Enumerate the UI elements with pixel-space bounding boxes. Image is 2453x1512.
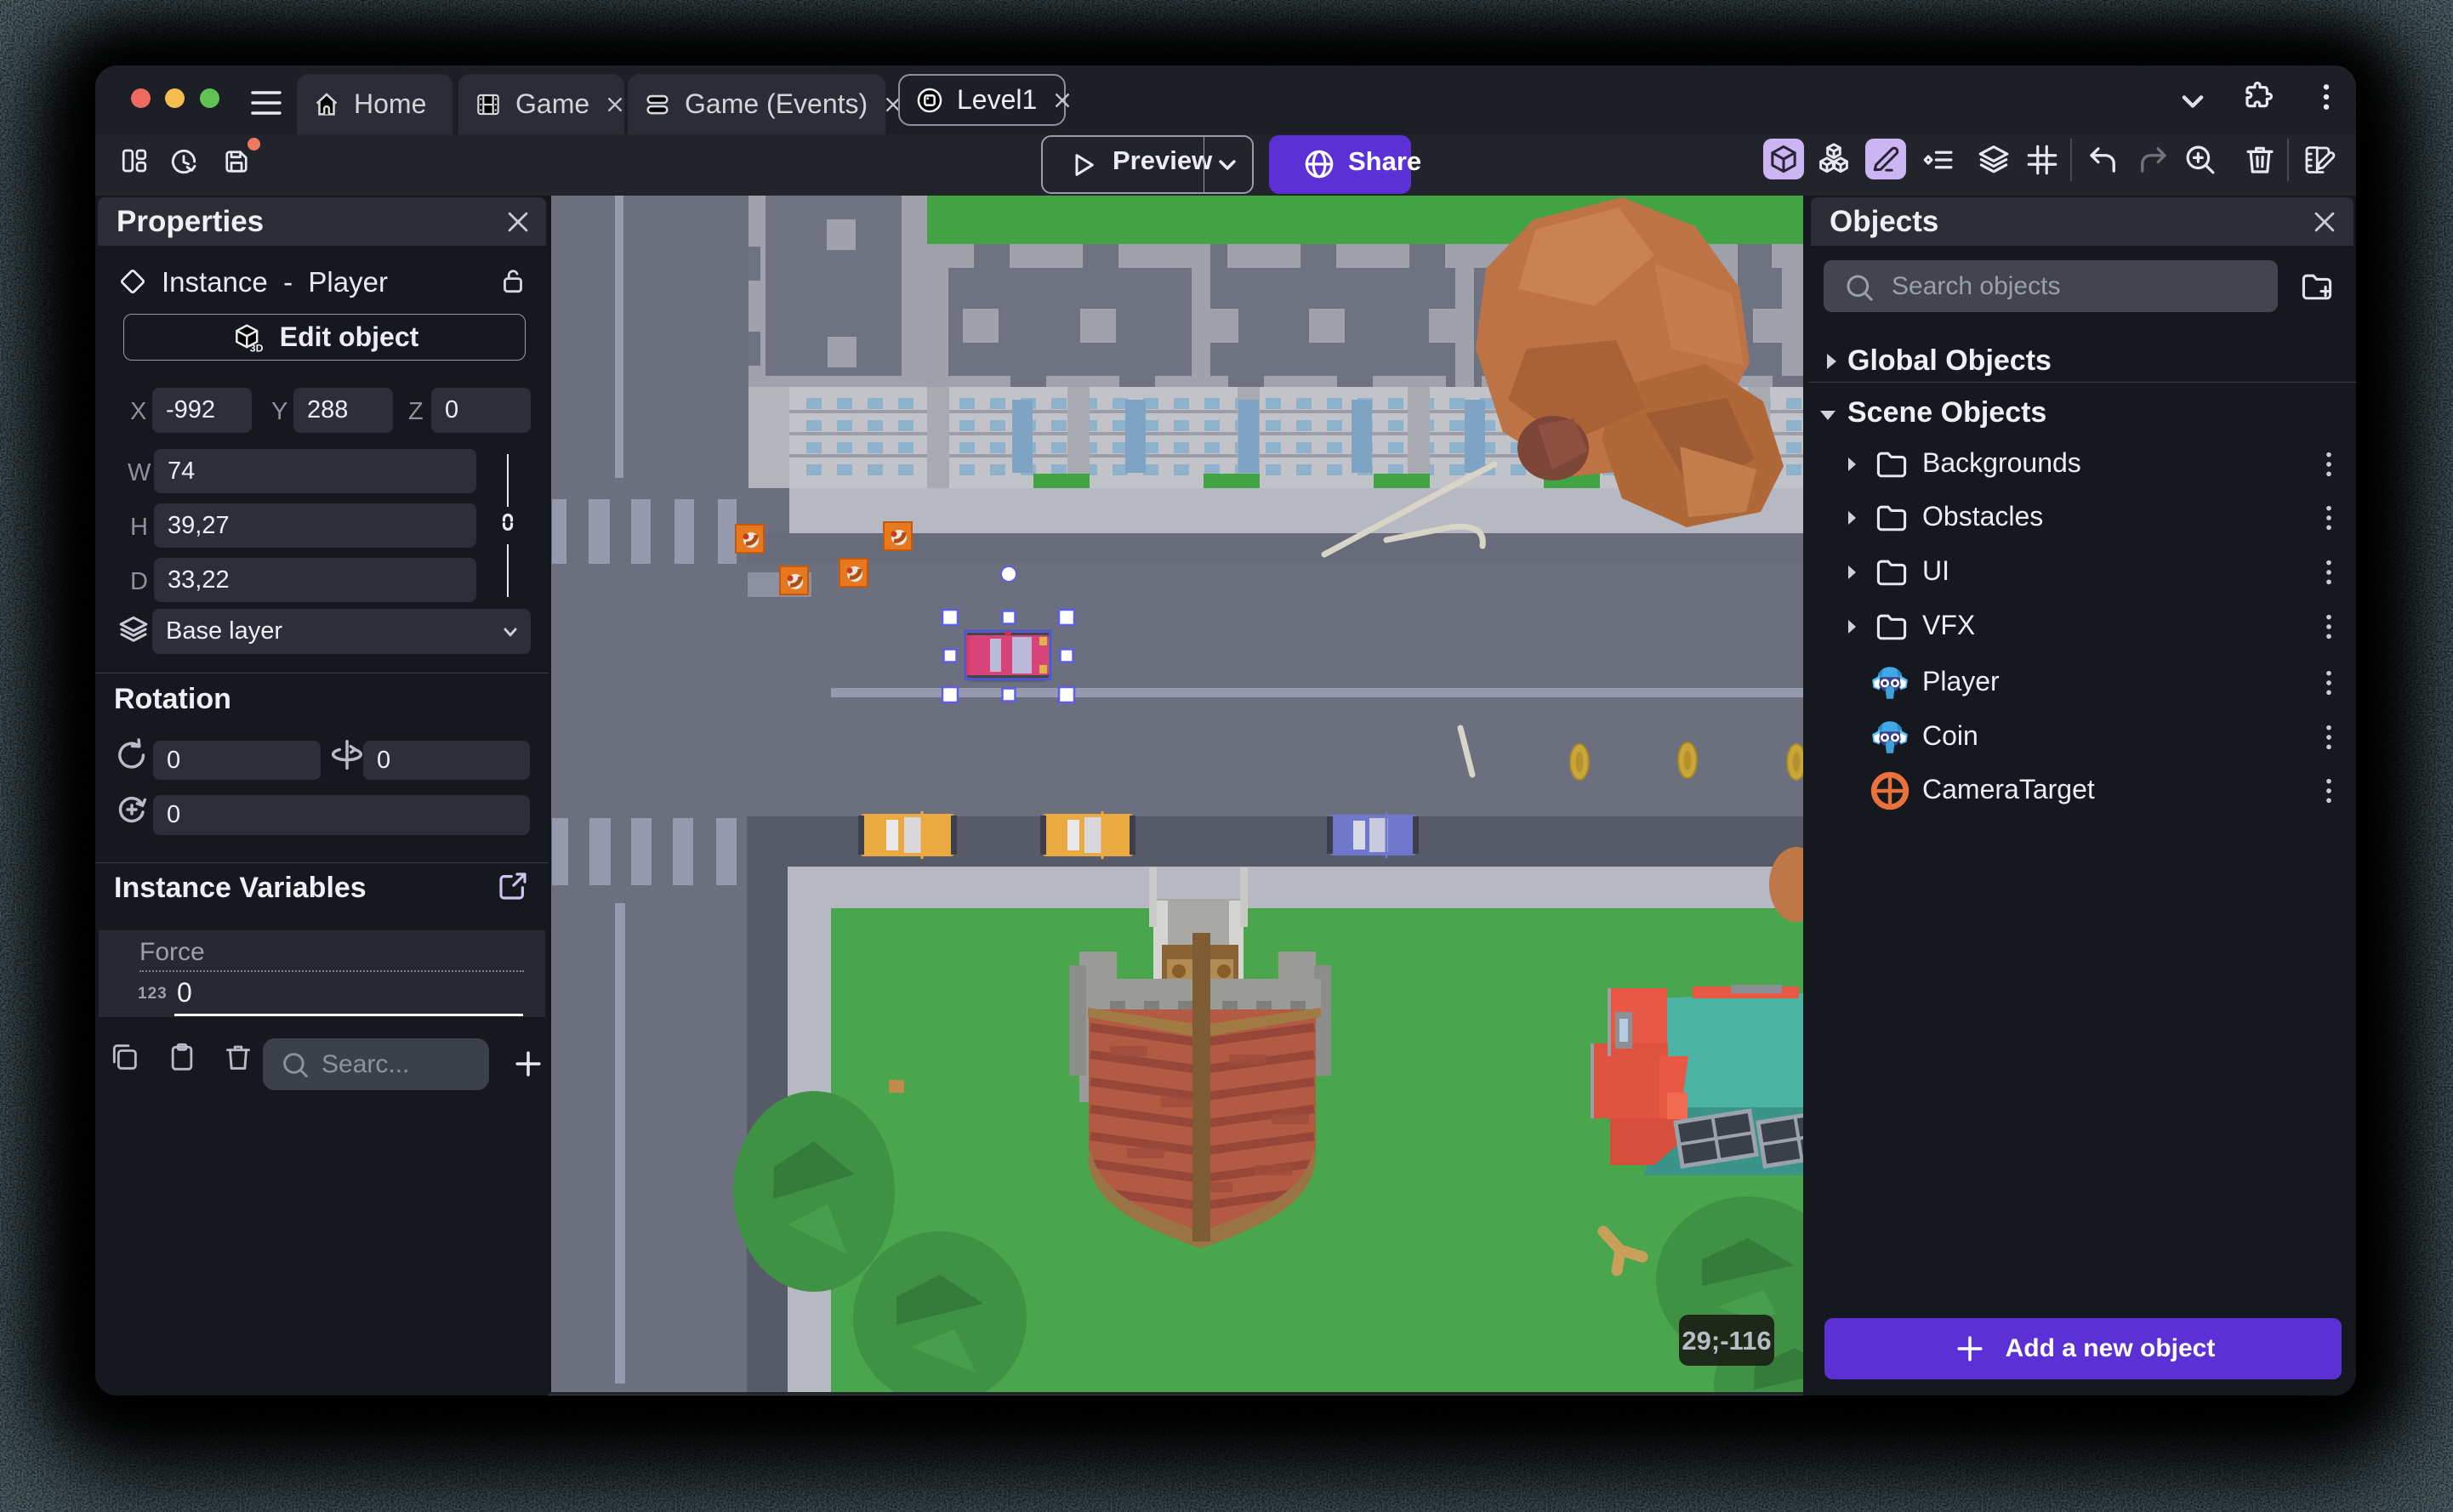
svg-text:3D: 3D xyxy=(249,342,263,354)
svg-text:29;-116: 29;-116 xyxy=(1682,1326,1771,1356)
